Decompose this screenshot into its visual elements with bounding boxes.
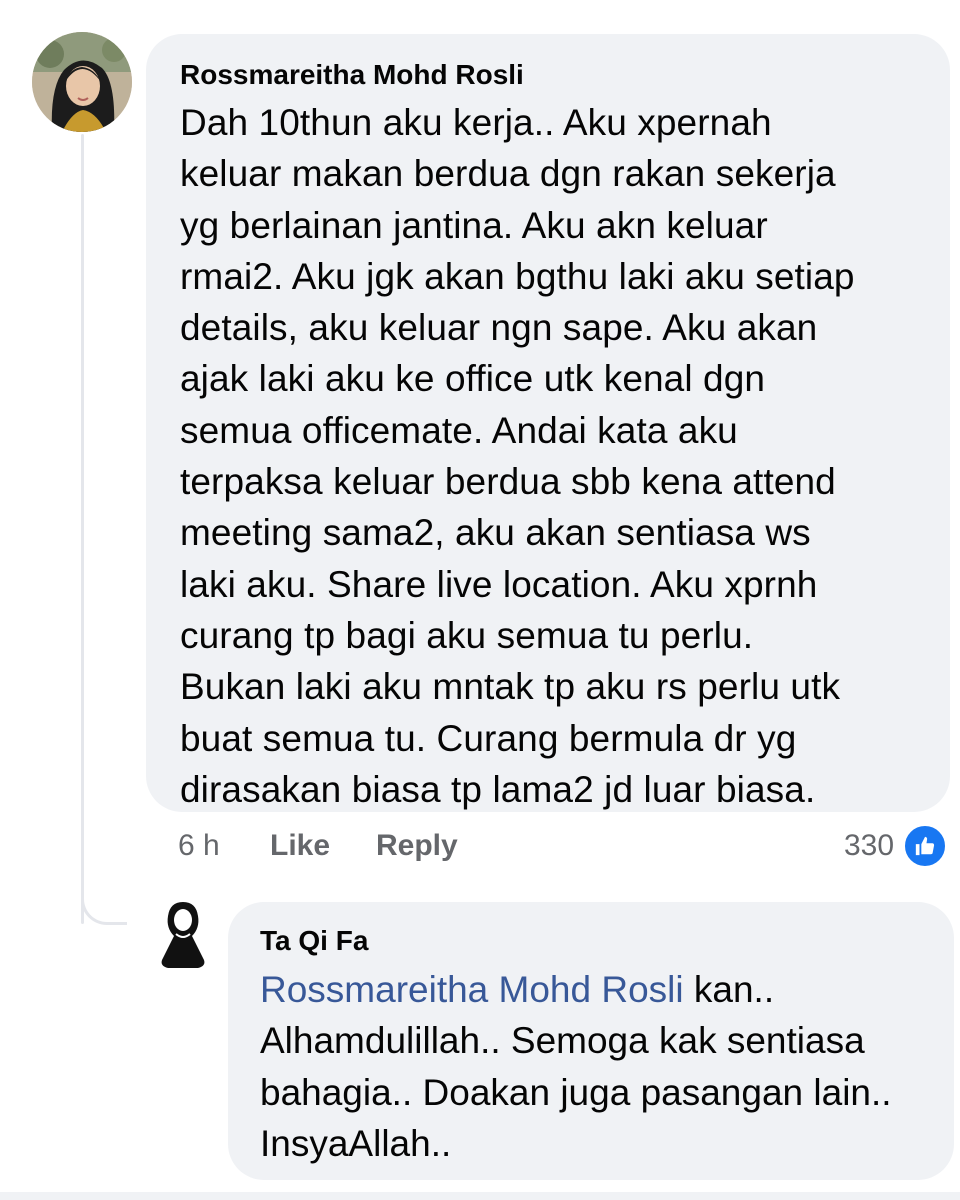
mention-link[interactable]: Rossmareitha Mohd Rosli xyxy=(260,969,684,1010)
reaction-summary[interactable]: 330 xyxy=(844,822,949,870)
like-button[interactable]: Like xyxy=(270,826,330,866)
avatar[interactable] xyxy=(32,32,132,132)
reply-bubble: Ta Qi Fa Rossmareitha Mohd Rosli kan.. A… xyxy=(228,902,954,1180)
reply-author[interactable]: Ta Qi Fa xyxy=(260,924,954,958)
reply-text: Rossmareitha Mohd Rosli kan.. Alhamdulil… xyxy=(260,964,954,1169)
comment-timestamp[interactable]: 6 h xyxy=(178,826,220,866)
comment-author[interactable]: Rossmareitha Mohd Rosli xyxy=(180,58,950,92)
comment-bubble: Rossmareitha Mohd Rosli Dah 10thun aku k… xyxy=(146,34,950,812)
reaction-count: 330 xyxy=(844,829,895,862)
comment-text: Dah 10thun aku kerja.. Aku xpernah kelua… xyxy=(180,102,855,810)
reply-text-first-line: kan.. xyxy=(683,969,775,1010)
thread-connector-branch xyxy=(81,877,127,925)
thread-connector xyxy=(81,134,84,924)
reply-text-body: Alhamdulillah.. Semoga kak sentiasa baha… xyxy=(260,1020,892,1164)
divider xyxy=(0,1192,960,1200)
reply-button[interactable]: Reply xyxy=(376,826,458,866)
like-icon xyxy=(902,823,949,869)
profile-photo-icon xyxy=(32,32,132,132)
avatar[interactable] xyxy=(152,900,214,970)
hijab-silhouette-icon xyxy=(161,902,205,968)
